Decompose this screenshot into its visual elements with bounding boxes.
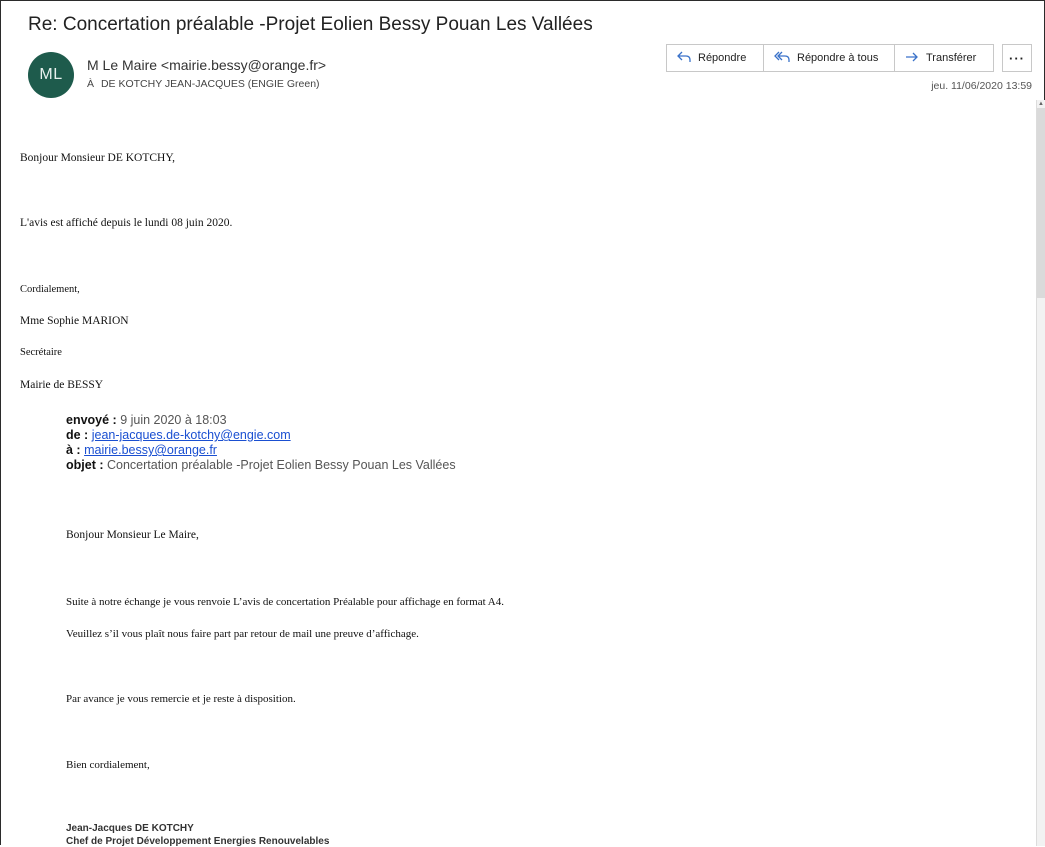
received-date: jeu. 11/06/2020 13:59 bbox=[931, 80, 1032, 92]
quoted-to-link[interactable]: mairie.bessy@orange.fr bbox=[84, 443, 217, 457]
forward-arrow-icon bbox=[905, 51, 919, 65]
quoted-greeting: Bonjour Monsieur Le Maire, bbox=[66, 529, 199, 541]
body-line: L'avis est affiché depuis le lundi 08 ju… bbox=[20, 217, 233, 229]
quoted-subject-value: Concertation préalable -Projet Eolien Be… bbox=[106, 458, 456, 472]
quoted-from-row: de : jean-jacques.de-kotchy@engie.com bbox=[66, 428, 456, 443]
recipient-prefix: À bbox=[87, 78, 95, 90]
quoted-to-label: à : bbox=[66, 443, 81, 457]
quoted-to-row: à : mairie.bessy@orange.fr bbox=[66, 443, 456, 458]
ellipsis-icon: ··· bbox=[1009, 50, 1025, 66]
forward-button[interactable]: Transférer bbox=[895, 44, 994, 72]
quoted-subject-label: objet : bbox=[66, 458, 104, 472]
quoted-subject-row: objet : Concertation préalable -Projet E… bbox=[66, 458, 456, 473]
recipient-line: À DE KOTCHY JEAN-JACQUES (ENGIE Green) bbox=[87, 78, 320, 90]
quoted-signature-title: Chef de Projet Développement Energies Re… bbox=[66, 836, 330, 847]
body-signature-org: Mairie de BESSY bbox=[20, 379, 104, 391]
quoted-signature-name: Jean-Jacques DE KOTCHY bbox=[66, 823, 194, 834]
reply-button[interactable]: Répondre bbox=[666, 44, 764, 72]
quoted-sent-label: envoyé : bbox=[66, 413, 117, 427]
reply-all-label: Répondre à tous bbox=[797, 52, 879, 64]
quoted-from-label: de : bbox=[66, 428, 89, 442]
forward-label: Transférer bbox=[926, 52, 977, 64]
quoted-header: envoyé : 9 juin 2020 à 18:03 de : jean-j… bbox=[66, 413, 456, 473]
body-closing: Cordialement, bbox=[20, 284, 80, 295]
reply-label: Répondre bbox=[698, 52, 747, 64]
recipient-name[interactable]: DE KOTCHY JEAN-JACQUES (ENGIE Green) bbox=[101, 78, 320, 90]
sender-avatar[interactable]: ML bbox=[28, 52, 74, 98]
reply-all-arrow-icon bbox=[774, 51, 790, 65]
quoted-from-link[interactable]: jean-jacques.de-kotchy@engie.com bbox=[92, 428, 291, 442]
sender-address[interactable]: M Le Maire <mairie.bessy@orange.fr> bbox=[87, 57, 326, 73]
vertical-scrollbar[interactable]: ▲ bbox=[1036, 100, 1045, 846]
quoted-closing: Bien cordialement, bbox=[66, 759, 150, 771]
scrollbar-thumb[interactable] bbox=[1037, 108, 1045, 298]
body-greeting: Bonjour Monsieur DE KOTCHY, bbox=[20, 152, 176, 164]
message-toolbar: Répondre Répondre à tous Transférer bbox=[666, 44, 994, 72]
quoted-sent-row: envoyé : 9 juin 2020 à 18:03 bbox=[66, 413, 456, 428]
quoted-line: Veuillez s’il vous plaît nous faire part… bbox=[66, 628, 419, 640]
body-signature-name: Mme Sophie MARION bbox=[20, 315, 129, 327]
more-actions-button[interactable]: ··· bbox=[1002, 44, 1032, 72]
quoted-sent-value: 9 juin 2020 à 18:03 bbox=[120, 413, 227, 427]
email-subject: Re: Concertation préalable -Projet Eolie… bbox=[28, 14, 593, 35]
quoted-line: Suite à notre échange je vous renvoie L’… bbox=[66, 596, 505, 608]
quoted-line: Par avance je vous remercie et je reste … bbox=[66, 693, 296, 705]
scroll-up-arrow-icon[interactable]: ▲ bbox=[1037, 100, 1045, 108]
reply-all-button[interactable]: Répondre à tous bbox=[764, 44, 895, 72]
reply-arrow-icon bbox=[677, 51, 691, 65]
body-signature-role: Secrétaire bbox=[20, 347, 62, 358]
